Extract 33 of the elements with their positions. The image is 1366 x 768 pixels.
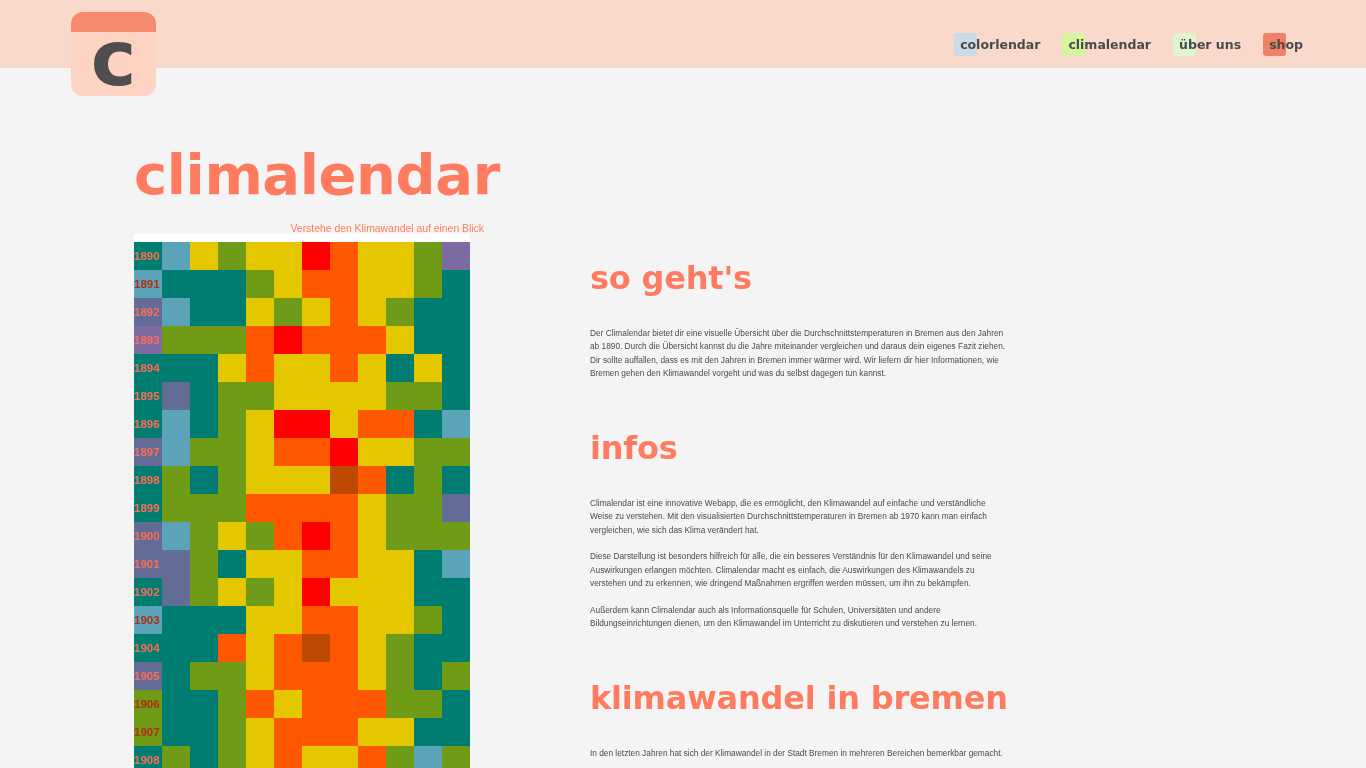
year-label: 1906 <box>134 697 160 711</box>
logo[interactable]: c <box>71 12 156 96</box>
section-heading: infos <box>590 428 678 469</box>
year-label: 1907 <box>134 725 160 739</box>
year-label: 1896 <box>134 417 160 431</box>
year-label: 1890 <box>134 249 160 263</box>
year-label: 1903 <box>134 613 160 627</box>
heatmap-caption: Verstehe den Klimawandel auf einen Blick <box>290 224 484 234</box>
year-label: 1898 <box>134 473 160 487</box>
year-label: 1904 <box>134 641 160 655</box>
body-text: Außerdem kann Climalendar auch als Informationsquelle für Schulen, Universitäten und andere Bildungseinrichtungen dienen, um den Klimawandel im Unterricht zu diskutieren und verstehen zu lernen. <box>590 603 978 630</box>
section-heading: klimawandel in bremen <box>590 678 1008 719</box>
year-label: 1901 <box>134 557 160 571</box>
year-label: 1905 <box>134 669 160 683</box>
year-label: 1894 <box>134 361 160 375</box>
nav-link[interactable]: colorlendar <box>954 33 1041 56</box>
year-label: 1893 <box>134 333 160 347</box>
body-text: Der Climalendar bietet dir eine visuelle Übersicht über die Durchschnittstemperaturen in Bremen aus den Jahren ab 1890. Durch die Übersicht kannst du die Jahre miteinander vergleichen und daraus dein eigenes Fazit ziehen. Dir sollte auffallen, dass es mit den Jahren in Bremen immer wärmer wird. Wir liefern dir hier Informationen, wie Bremen gehen den Klimawandel vorgeht und was du selbst dagegen tun kannst. <box>590 327 1007 380</box>
nav-link[interactable]: climalendar <box>1062 33 1152 56</box>
year-label: 1900 <box>134 529 160 543</box>
body-text: Climalendar ist eine innovative Webapp, die es ermöglicht, den Klimawandel auf einfache und verständliche Weise zu verstehen. Mit den visualisierten Durchschnittstemperaturen in Bremen ab 1970 kann man einfach vergleichen, wie sich das Klima verändert hat. <box>590 497 988 537</box>
section-heading: so geht's <box>590 258 752 298</box>
year-label: 1892 <box>134 305 160 319</box>
body-text: Diese Darstellung ist besonders hilfreich für alle, die ein besseres Verständnis für den Klimawandel und seine Auswirkungen erlangen möchten. Climalendar macht es einfach, die Auswirkungen des Klimawandels zu verstehen und zu erkennen, wie dringend Maßnahmen ergriffen werden müssen, um ihn zu bekämpfen. <box>590 550 993 590</box>
year-label: 1899 <box>134 501 160 515</box>
year-label: 1902 <box>134 585 160 599</box>
year-label: 1895 <box>134 389 160 403</box>
body-text: In den letzten Jahren hat sich der Klimawandel in der Stadt Bremen in mehreren Bereichen bemerkbar gemacht. <box>590 747 1004 761</box>
year-label: 1891 <box>134 277 160 291</box>
year-label: 1897 <box>134 445 160 459</box>
year-label: 1908 <box>134 753 160 767</box>
nav-link[interactable]: über uns <box>1173 33 1242 56</box>
page-title: climalendar <box>134 147 500 203</box>
